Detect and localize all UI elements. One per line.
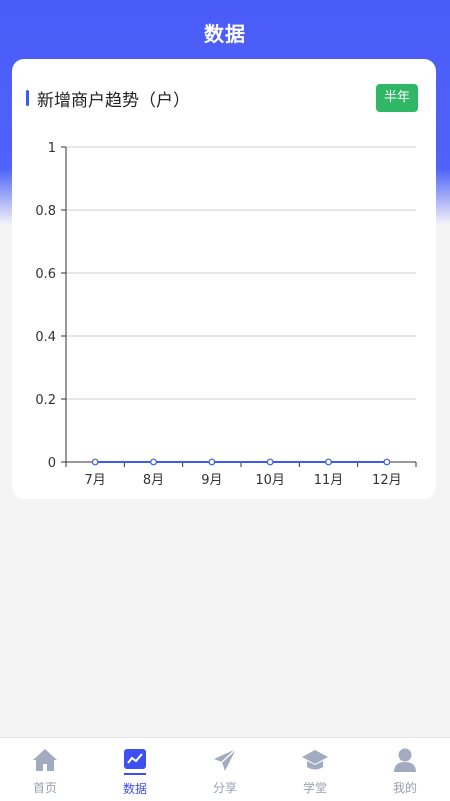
data-point <box>208 458 216 466</box>
send-icon <box>211 746 239 774</box>
y-tick-label: 0.2 <box>35 393 56 408</box>
data-point <box>266 458 274 466</box>
tab-data-label: 数据 <box>122 782 147 796</box>
y-tick-label: 0.4 <box>35 330 56 345</box>
tab-home-label: 首页 <box>32 781 57 795</box>
chart-icon <box>121 746 149 774</box>
tab-academy-label: 学堂 <box>302 781 327 795</box>
tab-mine-label: 我的 <box>392 781 417 795</box>
x-tick-label: 8月 <box>143 473 164 488</box>
data-point <box>383 458 391 466</box>
x-tick-label: 7月 <box>85 473 106 488</box>
home-icon <box>31 746 59 774</box>
x-tick-label: 10月 <box>255 473 285 488</box>
graduation-cap-icon <box>301 746 329 774</box>
page-title: 数据 <box>204 22 246 46</box>
x-tick-label: 12月 <box>372 473 402 488</box>
user-icon <box>391 746 419 774</box>
data-point <box>91 458 99 466</box>
y-tick-label: 0.8 <box>35 204 56 219</box>
data-point <box>325 458 332 466</box>
tab-active-indicator <box>124 773 146 775</box>
data-point <box>150 458 157 466</box>
tab-share[interactable]: 分享 <box>180 738 270 801</box>
tab-share-label: 分享 <box>212 781 237 795</box>
x-tick-label: 9月 <box>201 473 222 488</box>
tab-data[interactable]: 数据 <box>90 738 180 801</box>
y-tick-label: 1 <box>48 141 56 156</box>
x-tick-label: 11月 <box>314 473 344 488</box>
tab-home[interactable]: 首页 <box>0 738 90 801</box>
y-tick-label: 0.6 <box>35 267 56 282</box>
bottom-tabbar: 首页 数据 分享 学堂 我的 <box>0 737 450 801</box>
y-tick-label: 0 <box>48 456 56 471</box>
tab-mine[interactable]: 我的 <box>360 738 450 801</box>
tab-academy[interactable]: 学堂 <box>270 738 360 801</box>
trend-card: 新增商户趋势（户） 半年 0 0.2 0.4 0.6 0.8 1 7月 8月 9月 10月 11月 1… <box>12 59 436 499</box>
trend-chart: 0 0.2 0.4 0.6 0.8 1 7月 8月 9月 10月 11月 12月 <box>35 141 417 488</box>
